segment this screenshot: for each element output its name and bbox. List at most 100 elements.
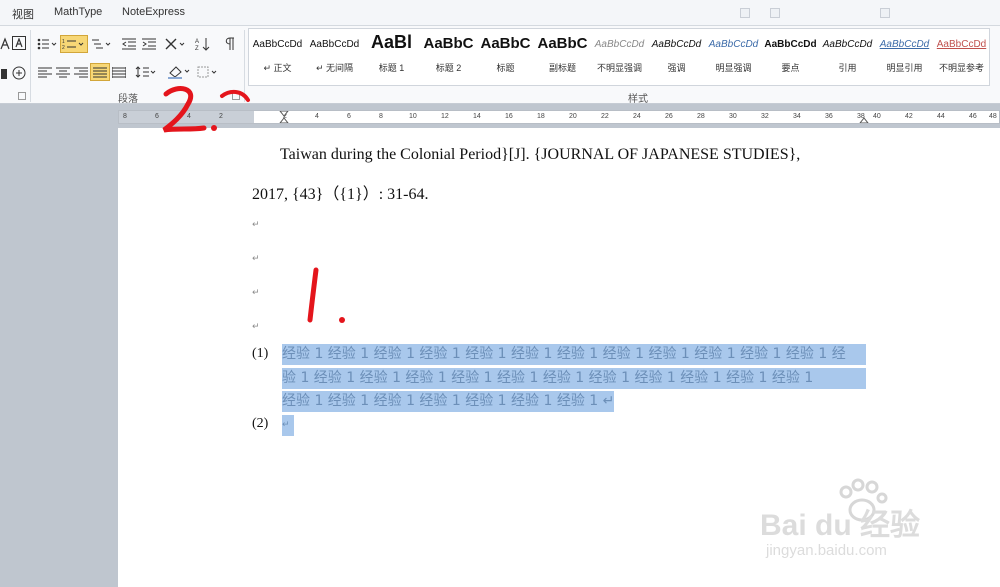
reference-text-line: 2017, {43}（{1}）: 31-64.: [252, 186, 429, 203]
style-quote[interactable]: AaBbCcDd 引用: [819, 29, 876, 85]
ribbon: 12 AZ 段落 AaBbCcDd ↵ 正文 AaBbCcDd ↵ 无间隔 Aa…: [0, 26, 1000, 105]
ruler-tick: 30: [729, 113, 737, 120]
reference-text-line: Taiwan during the Colonial Period}[J]. {…: [280, 146, 801, 163]
paragraph-mark: ↵: [252, 254, 260, 264]
selected-text-line[interactable]: 经验 1 经验 1 经验 1 经验 1 经验 1 经验 1 经验 1 经验 1 …: [282, 344, 866, 365]
enclose-character-icon[interactable]: [12, 66, 26, 80]
styles-gallery: AaBbCcDd ↵ 正文 AaBbCcDd ↵ 无间隔 AaBl 标题 1 A…: [248, 28, 990, 86]
decrease-indent-button[interactable]: [120, 36, 138, 52]
show-hide-marks-button[interactable]: [222, 36, 238, 52]
annotation-1-mark: 1.: [296, 262, 345, 323]
sort-button[interactable]: AZ: [194, 36, 212, 52]
ruler-tick: 48: [989, 113, 997, 120]
right-indent-marker-icon[interactable]: [858, 111, 870, 125]
style-preview: AaBbCcDd: [594, 39, 645, 50]
list-number: (1): [252, 346, 269, 361]
font-tool-icon[interactable]: [0, 66, 8, 82]
style-preview: AaBbCcDd: [936, 39, 987, 50]
svg-text:A: A: [195, 39, 199, 45]
ruler-tick: 26: [665, 113, 673, 120]
ruler-tick: 20: [569, 113, 577, 120]
annotation-2-mark: 2.: [158, 82, 250, 133]
ruler-tick: 18: [537, 113, 545, 120]
paragraph-mark: ↵: [252, 220, 260, 230]
ruler-tick: 42: [905, 113, 913, 120]
style-name: 明显引用: [886, 63, 923, 73]
ribbon-tabs-bar: 视图 MathType NoteExpress: [0, 0, 1000, 26]
style-strong[interactable]: AaBbCcDd 要点: [762, 29, 819, 85]
style-preview: AaBbCcDd: [708, 39, 759, 50]
style-subtle-emphasis[interactable]: AaBbCcDd 不明显强调: [591, 29, 648, 85]
bullets-button[interactable]: [36, 36, 58, 52]
style-heading-2[interactable]: AaBbC 标题 2: [420, 29, 477, 85]
style-preview: AaBbC: [480, 35, 531, 52]
style-preview: AaBbCcDd: [651, 39, 702, 50]
selected-text-line[interactable]: 验 1 经验 1 经验 1 经验 1 经验 1 经验 1 经验 1 经验 1 经…: [282, 368, 866, 389]
window-control-icon[interactable]: [770, 8, 780, 18]
multilevel-list-button[interactable]: [90, 36, 114, 52]
style-title[interactable]: AaBbC 标题: [477, 29, 534, 85]
selected-text-line[interactable]: ↵: [282, 415, 294, 436]
style-name: 明显强调: [715, 63, 752, 73]
shading-button[interactable]: [166, 64, 192, 80]
style-name: 要点: [781, 63, 800, 73]
style-name: 副标题: [548, 63, 576, 73]
style-subtle-reference[interactable]: AaBbCcDd 不明显参考: [933, 29, 990, 85]
style-normal[interactable]: AaBbCcDd ↵ 正文: [249, 29, 306, 85]
font-tool-icon[interactable]: [0, 36, 10, 52]
style-name: 不明显强调: [596, 63, 642, 73]
ruler-tick: 8: [123, 113, 127, 120]
svg-text:Z: Z: [195, 46, 199, 51]
style-name: 引用: [838, 63, 857, 73]
ruler-tick: 12: [441, 113, 449, 120]
ruler-tick: 36: [825, 113, 833, 120]
borders-button[interactable]: [196, 64, 220, 80]
paragraph-group-label: 段落: [118, 94, 138, 105]
style-preview: AaBbCcDd: [879, 39, 930, 50]
paragraph-mark: ↵: [252, 288, 260, 298]
window-control-icon[interactable]: [880, 8, 890, 18]
annotation-2-text: 2.: [158, 82, 160, 83]
numbering-button[interactable]: 12: [60, 35, 88, 53]
style-preview: AaBbCcDd: [309, 39, 360, 50]
style-heading-1[interactable]: AaBl 标题 1: [363, 29, 420, 85]
ruler-tick: 10: [409, 113, 417, 120]
style-preview: AaBbC: [423, 35, 474, 52]
style-name: 标题 2: [435, 63, 462, 73]
ruler-tick: 16: [505, 113, 513, 120]
ruler-tick: 34: [793, 113, 801, 120]
ruler-tick: 14: [473, 113, 481, 120]
style-name: 标题 1: [378, 63, 405, 73]
increase-indent-button[interactable]: [140, 36, 158, 52]
ruler-tick: 22: [601, 113, 609, 120]
selected-text-line[interactable]: 经验 1 经验 1 经验 1 经验 1 经验 1 经验 1 经验 1 ↵: [282, 391, 614, 412]
style-name: 不明显参考: [938, 63, 984, 73]
annotation-1-text: 1.: [296, 262, 298, 263]
style-subtitle[interactable]: AaBbC 副标题: [534, 29, 591, 85]
indent-marker-icon[interactable]: [278, 110, 290, 125]
distributed-align-button[interactable]: [110, 64, 128, 80]
style-emphasis[interactable]: AaBbCcDd 强调: [648, 29, 705, 85]
ruler-tick: 24: [633, 113, 641, 120]
ruler-tick: 40: [873, 113, 881, 120]
tab-mathtype[interactable]: MathType: [54, 6, 102, 18]
align-center-button[interactable]: [54, 64, 72, 80]
window-control-icon[interactable]: [740, 8, 750, 18]
tab-noteexpress[interactable]: NoteExpress: [122, 6, 185, 18]
align-left-button[interactable]: [36, 64, 54, 80]
line-spacing-button[interactable]: [134, 64, 158, 80]
font-dialog-launcher-icon[interactable]: [18, 92, 26, 100]
style-intense-emphasis[interactable]: AaBbCcDd 明显强调: [705, 29, 762, 85]
style-no-spacing[interactable]: AaBbCcDd ↵ 无间隔: [306, 29, 363, 85]
tab-view[interactable]: 视图: [12, 6, 34, 22]
ruler-tick: 32: [761, 113, 769, 120]
character-border-icon[interactable]: [12, 36, 26, 50]
align-right-button[interactable]: [72, 64, 90, 80]
chinese-layout-button[interactable]: [164, 36, 188, 52]
style-intense-quote[interactable]: AaBbCcDd 明显引用: [876, 29, 933, 85]
style-preview: AaBl: [370, 32, 412, 52]
ruler-tick: 44: [937, 113, 945, 120]
justify-button[interactable]: [90, 63, 110, 81]
style-preview: AaBbCcDd: [822, 39, 873, 50]
ruler-tick: 46: [969, 113, 977, 120]
